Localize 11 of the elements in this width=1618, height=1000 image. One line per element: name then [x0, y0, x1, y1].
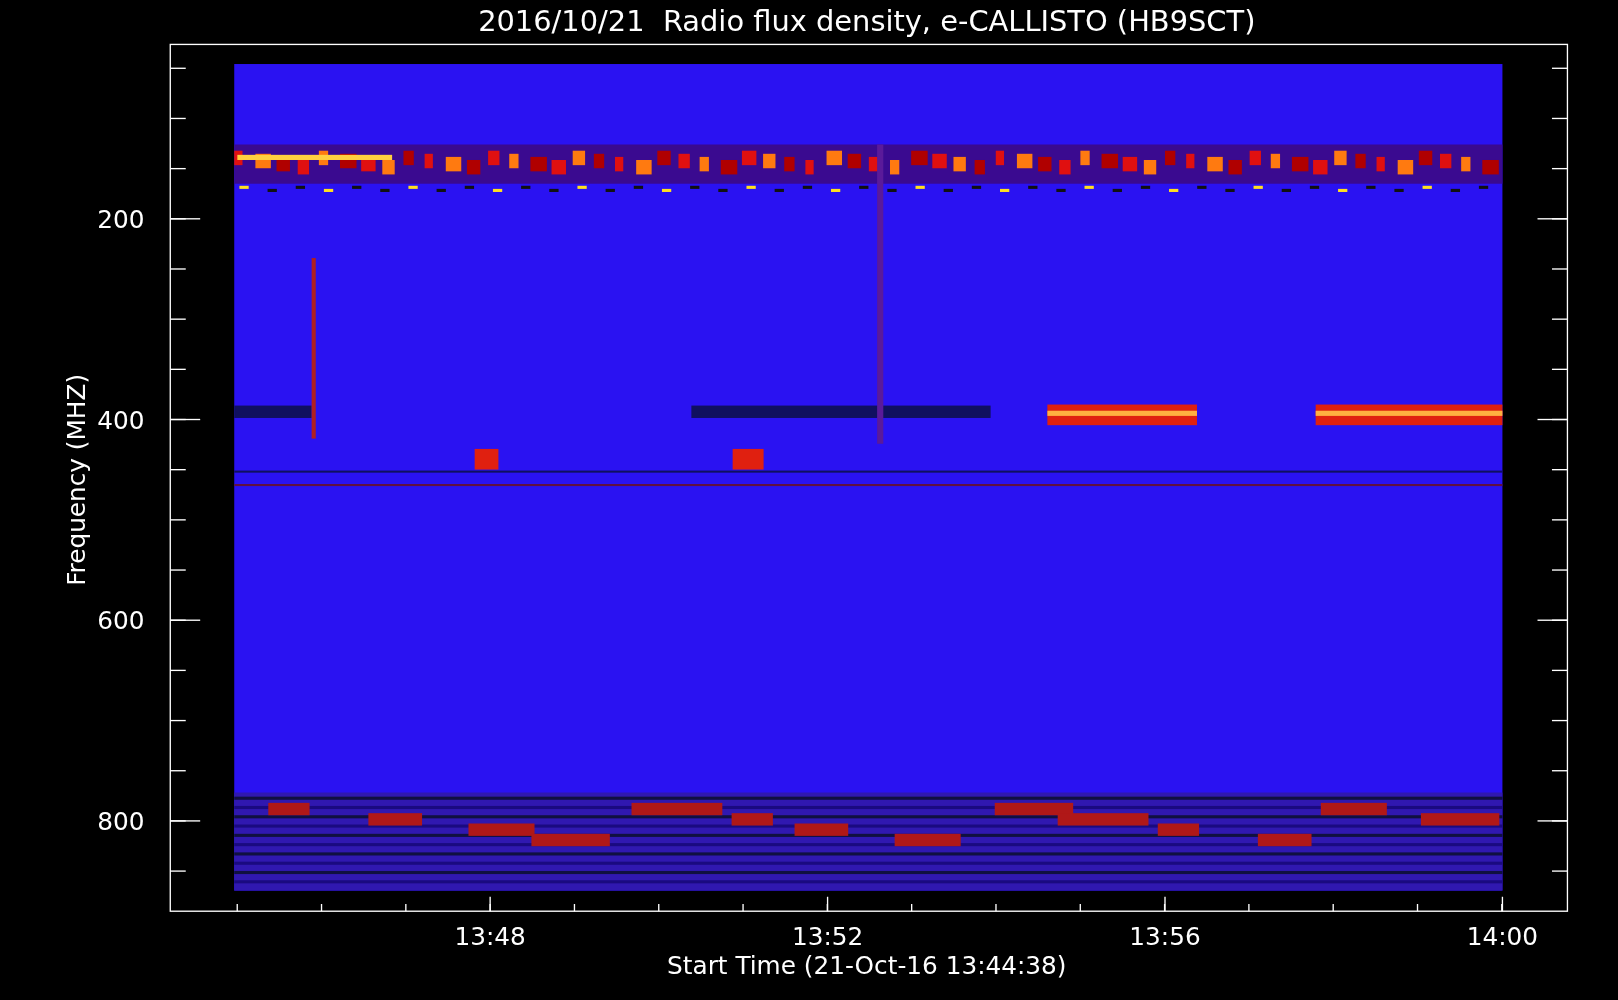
y-tick-label: 800	[97, 807, 145, 837]
x-axis-label: Start Time (21-Oct-16 13:44:38)	[667, 951, 1067, 981]
y-tick-label: 400	[97, 405, 145, 435]
y-tick-label: 600	[97, 606, 145, 636]
x-tick-label: 13:56	[1129, 922, 1201, 952]
y-tick-label: 200	[97, 205, 145, 235]
x-tick-label: 13:48	[454, 922, 526, 952]
chart-title: 2016/10/21 Radio flux density, e-CALLISTO (HB9SCT)	[478, 4, 1256, 38]
x-tick-label: 14:00	[1466, 922, 1539, 952]
x-tick-label: 13:52	[791, 922, 864, 952]
y-axis-label: Frequency (MHZ)	[61, 373, 91, 586]
